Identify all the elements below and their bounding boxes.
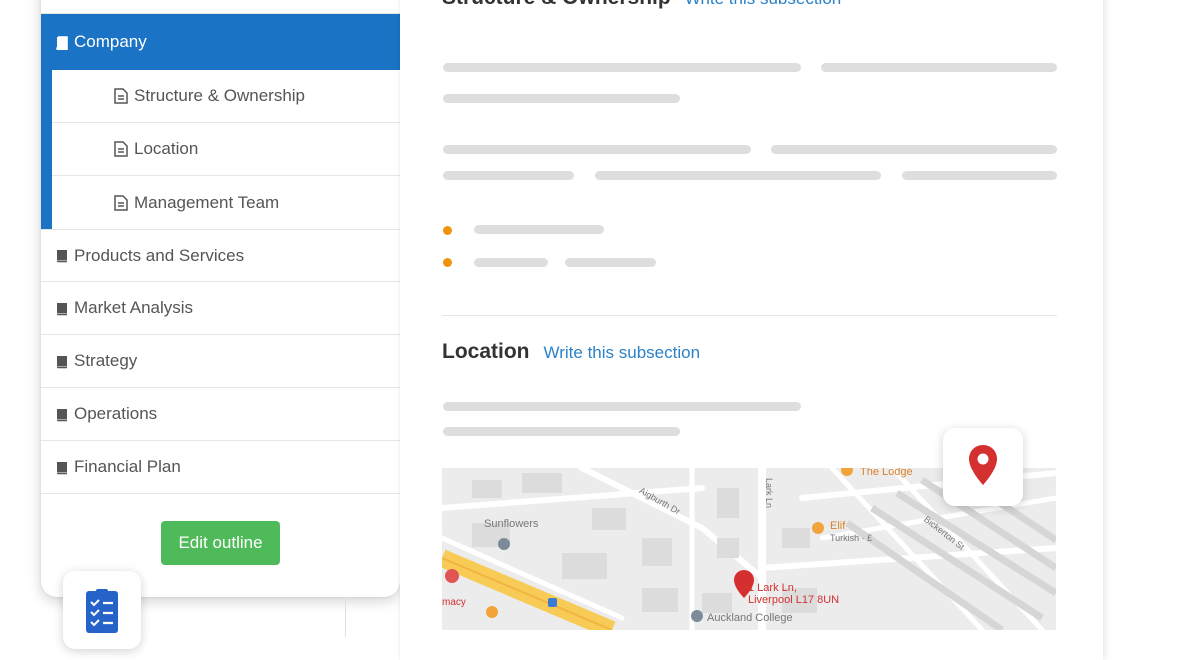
sidebar-item-label: Company xyxy=(74,32,147,51)
write-subsection-link[interactable]: Write this subsection xyxy=(685,0,842,9)
sidebar-subitem-management-team[interactable]: Management Team xyxy=(52,176,400,229)
sidebar-item-company[interactable]: Company xyxy=(41,14,400,70)
outline-sidebar: Company Structure & Ownership Location M… xyxy=(41,0,400,597)
book-icon xyxy=(55,355,68,368)
placeholder-line xyxy=(443,63,801,72)
sidebar-item-strategy[interactable]: Strategy xyxy=(41,335,400,388)
section-header-structure-ownership: Structure & Ownership Write this subsect… xyxy=(442,0,841,10)
placeholder-line xyxy=(443,402,801,411)
document-icon xyxy=(114,141,128,157)
bullet-dot xyxy=(443,258,452,267)
sidebar-item-label: Strategy xyxy=(74,351,138,370)
map-label-college: Auckland College xyxy=(707,612,793,624)
map-label-the-lodge: The Lodge xyxy=(860,468,913,478)
sidebar-item-operations[interactable]: Operations xyxy=(41,388,400,441)
sidebar-subitem-label: Management Team xyxy=(134,192,280,212)
sidebar-item-financial-plan[interactable]: Financial Plan xyxy=(41,441,400,494)
book-icon xyxy=(55,302,68,315)
section-header-location: Location Write this subsection xyxy=(442,340,700,364)
sidebar-item-market-analysis[interactable]: Market Analysis xyxy=(41,282,400,335)
placeholder-line xyxy=(443,145,751,154)
outline-tile[interactable] xyxy=(63,571,141,649)
book-icon xyxy=(55,249,68,263)
sidebar-item-label: Financial Plan xyxy=(74,457,181,476)
map-label-pharmacy: macy xyxy=(442,597,466,608)
placeholder-line xyxy=(771,145,1057,154)
placeholder-line xyxy=(443,94,680,103)
map-label-elif-sub: Turkish · £ xyxy=(830,533,873,543)
edit-outline-button[interactable]: Edit outline xyxy=(161,520,280,565)
sidebar-subitem-label: Structure & Ownership xyxy=(134,86,306,105)
placeholder-line xyxy=(902,171,1057,180)
placeholder-line xyxy=(474,225,604,234)
sidebar-item-label: Products and Services xyxy=(74,245,245,265)
map-label-elif: Elif xyxy=(830,520,846,532)
placeholder-line xyxy=(821,63,1057,72)
section-title: Structure & Ownership xyxy=(442,0,671,10)
book-icon xyxy=(55,408,68,421)
map-pin-icon xyxy=(967,444,999,491)
map-pin-tile[interactable] xyxy=(943,428,1023,506)
placeholder-line xyxy=(565,258,656,267)
sidebar-item-label: Market Analysis xyxy=(74,298,194,317)
map-street-label: Lark Ln xyxy=(764,477,775,509)
book-icon xyxy=(55,35,68,50)
placeholder-line xyxy=(595,171,881,180)
map-label-address-line-2: Liverpool L17 8UN xyxy=(748,594,840,606)
document-icon xyxy=(114,194,128,211)
sidebar-item-label: Operations xyxy=(74,404,158,423)
sidebar-subitem-label: Location xyxy=(134,139,199,158)
section-divider xyxy=(442,315,1057,316)
divider-line xyxy=(345,597,346,637)
placeholder-line xyxy=(474,258,548,267)
sidebar-subitem-location[interactable]: Location xyxy=(52,123,400,176)
bullet-dot xyxy=(443,226,452,235)
document-icon xyxy=(114,88,128,104)
write-subsection-link[interactable]: Write this subsection xyxy=(544,343,701,363)
sidebar-item-products-services[interactable]: Products and Services xyxy=(41,229,400,282)
company-subsections: Structure & Ownership Location Managemen… xyxy=(41,70,400,229)
placeholder-line xyxy=(443,427,680,436)
section-title: Location xyxy=(442,340,530,363)
map-label-sunflowers: Sunflowers xyxy=(484,518,539,530)
placeholder-line xyxy=(443,171,574,180)
book-icon xyxy=(55,461,68,474)
sidebar-top-item[interactable] xyxy=(41,0,400,14)
sidebar-subitem-structure-ownership[interactable]: Structure & Ownership xyxy=(52,70,400,123)
checklist-icon xyxy=(84,589,120,638)
